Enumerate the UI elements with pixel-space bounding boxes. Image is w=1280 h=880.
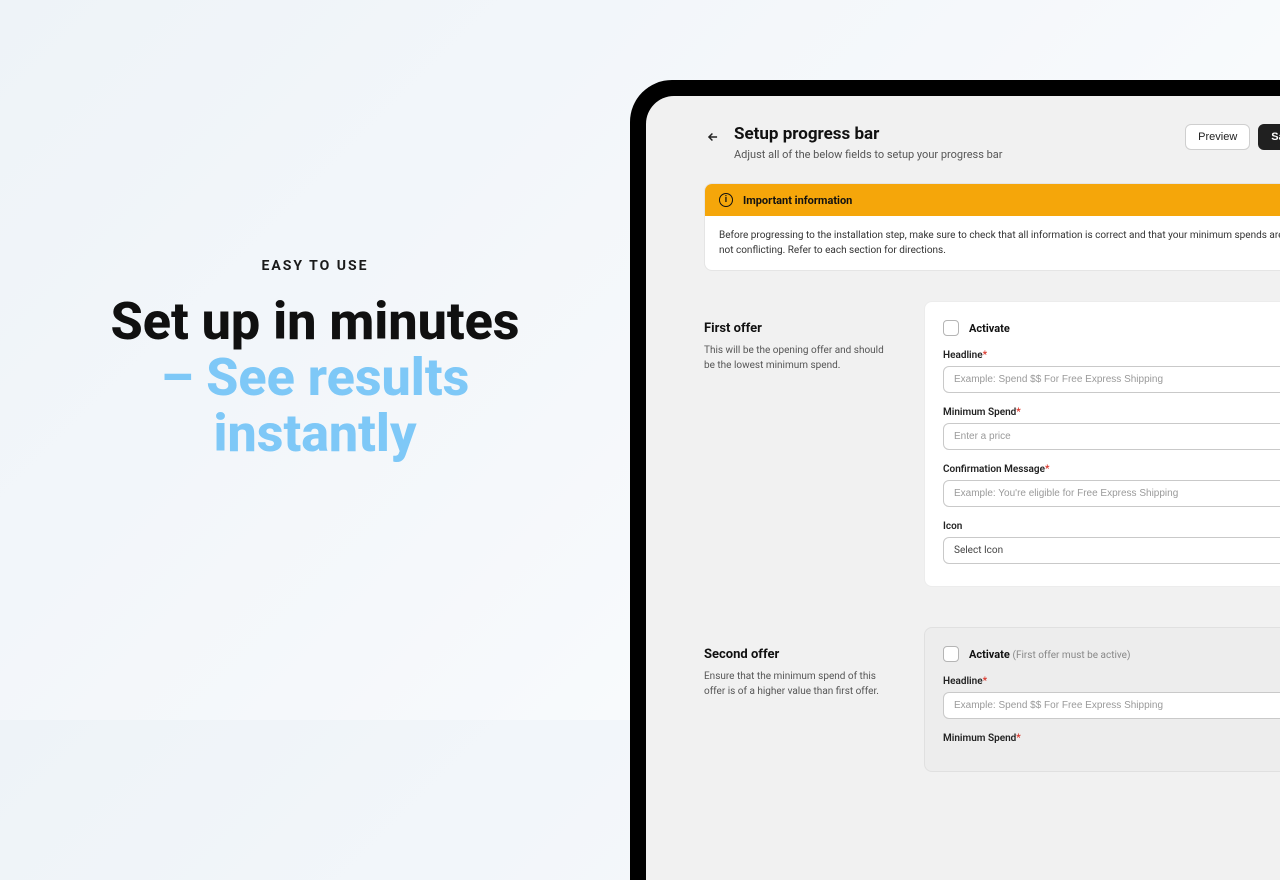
- first-offer-desc: This will be the opening offer and shoul…: [704, 344, 884, 373]
- second-offer-activate-label: Activate (First offer must be active): [969, 648, 1130, 661]
- first-offer-section: First offer This will be the opening off…: [704, 301, 1280, 587]
- second-offer-activate-checkbox[interactable]: [943, 646, 959, 662]
- preview-button[interactable]: Preview: [1185, 124, 1250, 150]
- first-minspend-input[interactable]: [943, 423, 1280, 450]
- first-confirm-label: Confirmation Message*: [943, 464, 1280, 475]
- second-minspend-label: Minimum Spend*: [943, 733, 1280, 744]
- first-icon-select[interactable]: Select Icon: [943, 537, 1280, 564]
- info-banner: i Important information Before progressi…: [704, 183, 1280, 271]
- first-offer-activate-checkbox[interactable]: [943, 320, 959, 336]
- first-confirm-input[interactable]: [943, 480, 1280, 507]
- marketing-headline-line2a: – See results: [161, 350, 470, 406]
- page-title: Setup progress bar: [734, 124, 1003, 144]
- second-offer-section: Second offer Ensure that the minimum spe…: [704, 627, 1280, 772]
- second-offer-title: Second offer: [704, 647, 884, 662]
- device-frame: Setup progress bar Adjust all of the bel…: [630, 80, 1280, 880]
- marketing-eyebrow: EASY TO USE: [261, 258, 368, 274]
- first-offer-card: Activate Headline* Minimum Spend* Confir…: [924, 301, 1280, 587]
- page-subtitle: Adjust all of the below fields to setup …: [734, 148, 1003, 161]
- info-icon: i: [719, 193, 733, 207]
- second-offer-card: Activate (First offer must be active) He…: [924, 627, 1280, 772]
- marketing-headline-line1: Set up in minutes: [111, 294, 520, 350]
- marketing-headline-line2b: instantly: [213, 406, 416, 462]
- banner-title: Important information: [743, 194, 852, 207]
- second-headline-input[interactable]: [943, 692, 1280, 719]
- first-headline-label: Headline*: [943, 350, 1280, 361]
- second-offer-desc: Ensure that the minimum spend of this of…: [704, 670, 884, 699]
- second-headline-label: Headline*: [943, 676, 1280, 687]
- back-arrow-icon[interactable]: [704, 128, 722, 146]
- marketing-pane: EASY TO USE Set up in minutes – See resu…: [0, 0, 630, 720]
- app-header: Setup progress bar Adjust all of the bel…: [704, 124, 1280, 161]
- app-screen: Setup progress bar Adjust all of the bel…: [646, 96, 1280, 880]
- save-button[interactable]: Save: [1258, 124, 1280, 150]
- first-headline-input[interactable]: [943, 366, 1280, 393]
- first-offer-title: First offer: [704, 321, 884, 336]
- banner-body: Before progressing to the installation s…: [705, 216, 1280, 270]
- first-minspend-label: Minimum Spend*: [943, 407, 1280, 418]
- first-icon-label: Icon: [943, 521, 1280, 532]
- first-offer-activate-label: Activate: [969, 322, 1010, 335]
